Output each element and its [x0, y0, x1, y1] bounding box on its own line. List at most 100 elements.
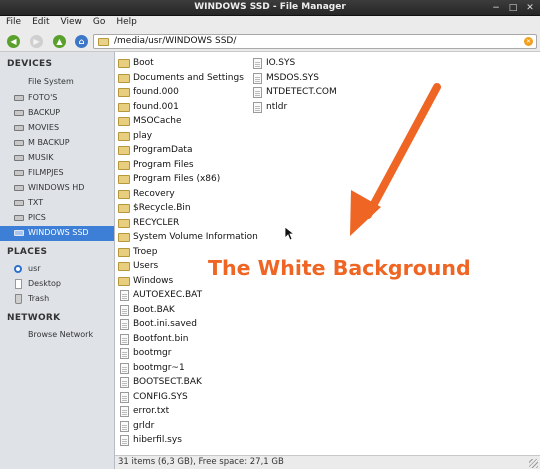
document-icon: [120, 333, 129, 345]
menu-edit[interactable]: Edit: [26, 16, 54, 31]
drive-icon: [14, 110, 24, 116]
resize-grip-icon[interactable]: [529, 459, 538, 468]
file-name: Users: [133, 261, 159, 271]
sidebar-item-windows-ssd[interactable]: WINDOWS SSD: [0, 226, 114, 241]
sidebar-item-label: BACKUP: [28, 108, 61, 117]
document-icon: [120, 348, 129, 359]
menu-help[interactable]: Help: [110, 16, 142, 31]
annotation-text: The White Background: [208, 256, 471, 280]
file-name: play: [133, 130, 153, 141]
desktop-icon: [15, 279, 22, 289]
file-name: CONFIG.SYS: [133, 391, 188, 402]
menu-file[interactable]: File: [0, 16, 26, 31]
file-name: Windows: [133, 275, 174, 286]
sidebar-item-musik[interactable]: MUSIK: [0, 151, 114, 166]
window-title: WINDOWS SSD - File Manager: [194, 2, 346, 12]
file-name: bootmgr: [133, 348, 172, 358]
minimize-button[interactable]: −: [490, 2, 502, 14]
drive-icon: [14, 215, 24, 221]
sidebar-item-label: MOVIES: [28, 123, 60, 132]
document-icon: [120, 362, 129, 374]
sidebar-item-label: PICS: [28, 213, 46, 222]
sidebar-item-label: WINDOWS HD: [28, 183, 85, 192]
menu-go[interactable]: Go: [87, 16, 110, 31]
status-bar: 31 items (6,3 GB), Free space: 27,1 GB: [115, 455, 540, 469]
title-bar: WINDOWS SSD - File Manager − □ ✕: [0, 0, 540, 16]
file-name: found.001: [133, 101, 179, 112]
sidebar-item-filmpjes[interactable]: FILMPJES: [0, 166, 114, 181]
sidebar-item-trash[interactable]: Trash: [0, 292, 114, 307]
devices-heading: DEVICES: [7, 59, 53, 69]
document-icon: [120, 435, 129, 446]
file-name: Recovery: [133, 188, 175, 199]
sidebar-item-label: Desktop: [28, 279, 61, 288]
home-icon[interactable]: ⌂: [75, 35, 88, 48]
sidebar-item-label: Browse Network: [28, 330, 94, 339]
file-name: System Volume Information: [133, 232, 258, 242]
drive-icon: [14, 170, 24, 176]
folder-icon: [118, 233, 130, 242]
location-bar[interactable]: /media/usr/WINDOWS SSD/ ✕: [93, 34, 537, 49]
sidebar-item-label: FILMPJES: [28, 168, 64, 177]
sidebar-item-label: M BACKUP: [28, 138, 70, 147]
file-name: found.000: [133, 87, 179, 97]
folder-icon: [118, 73, 130, 83]
sidebar-item-pics[interactable]: PICS: [0, 211, 114, 226]
file-name: MSDOS.SYS: [266, 72, 319, 83]
folder-icon: [118, 175, 130, 184]
clear-location-icon[interactable]: ✕: [524, 37, 533, 46]
file-name: error.txt: [133, 406, 170, 416]
back-arrow-icon[interactable]: ◀: [7, 35, 20, 48]
document-icon: [253, 72, 262, 84]
folder-icon: [98, 38, 109, 46]
folder-icon: [118, 247, 130, 257]
status-text: 31 items (6,3 GB), Free space: 27,1 GB: [118, 457, 284, 467]
sidebar-item-txt[interactable]: TXT: [0, 196, 114, 211]
document-icon: [120, 304, 129, 316]
sidebar-item-backup[interactable]: BACKUP: [0, 106, 114, 121]
sidebar-item-browse-network[interactable]: Browse Network: [0, 328, 114, 343]
folder-icon: [118, 59, 130, 68]
folder-icon: [118, 204, 130, 213]
document-icon: [253, 87, 262, 98]
document-icon: [120, 420, 129, 432]
sidebar-item-usr[interactable]: usr: [0, 262, 114, 277]
location-path[interactable]: /media/usr/WINDOWS SSD/: [114, 36, 236, 46]
sidebar-item-label: File System: [28, 77, 74, 86]
sidebar-item-windows-hd[interactable]: WINDOWS HD: [0, 181, 114, 196]
file-name: AUTOEXEC.BAT: [133, 290, 203, 300]
sidebar-item-label: usr: [28, 264, 41, 273]
file-view[interactable]: Boot Documents and Settings found.000 fo…: [115, 52, 540, 455]
file-name: BOOTSECT.BAK: [133, 377, 202, 387]
file-name: IO.SYS: [266, 58, 296, 68]
sidebar-item-movies[interactable]: MOVIES: [0, 121, 114, 136]
folder-icon: [118, 88, 130, 97]
maximize-button[interactable]: □: [507, 2, 519, 14]
sidebar-item-label: TXT: [28, 198, 44, 207]
file-name: Boot: [133, 58, 154, 68]
sidebar-item-desktop[interactable]: Desktop: [0, 277, 114, 292]
sidebar: DEVICES File System FOTO'S BACKUP MOVIES…: [0, 52, 115, 469]
up-arrow-icon[interactable]: ▲: [53, 35, 66, 48]
sidebar-item-m-backup[interactable]: M BACKUP: [0, 136, 114, 151]
folder-icon: [118, 276, 130, 286]
file-name: MSOCache: [133, 116, 182, 126]
file-name: Boot.BAK: [133, 304, 175, 315]
file-name: Program Files (x86): [133, 174, 221, 184]
file-name: RECYCLER: [133, 217, 180, 228]
places-heading: PLACES: [7, 247, 48, 257]
close-button[interactable]: ✕: [524, 2, 536, 14]
drive-icon: [14, 155, 24, 161]
folder-icon: [118, 102, 130, 112]
file-name: ntldr: [266, 101, 288, 112]
file-name: Documents and Settings: [133, 72, 244, 83]
menu-view[interactable]: View: [55, 16, 87, 31]
document-icon: [120, 319, 129, 330]
drive-icon: [14, 230, 24, 236]
drive-icon: [14, 185, 24, 191]
forward-arrow-icon[interactable]: ▶: [30, 35, 43, 48]
menu-bar: File Edit View Go Help: [0, 16, 540, 31]
sidebar-item-file-system[interactable]: File System: [0, 75, 114, 90]
sidebar-item-label: Trash: [28, 294, 50, 303]
sidebar-item-fotos[interactable]: FOTO'S: [0, 91, 114, 106]
